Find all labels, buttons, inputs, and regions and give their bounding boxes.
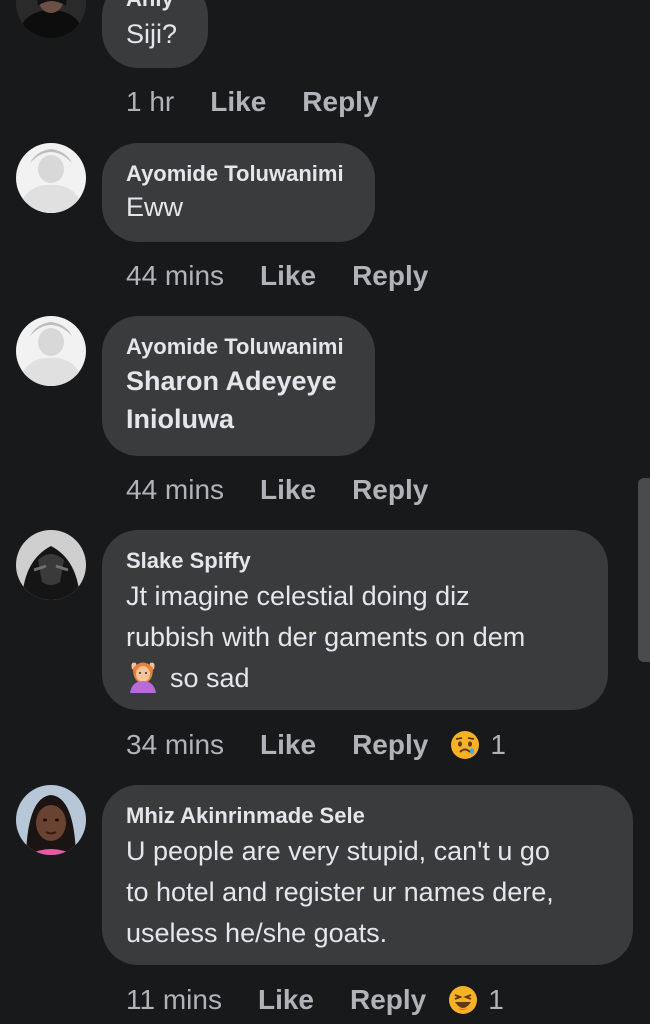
comment-actions: 1 hr Like Reply	[126, 82, 401, 122]
reply-button[interactable]: Reply	[352, 729, 428, 761]
mention-link[interactable]: Sharon Adeyeye	[126, 362, 351, 400]
commenter-avatar[interactable]	[16, 143, 86, 213]
comment-time[interactable]: 44 mins	[126, 474, 224, 506]
comment-bubble: Mhiz Akinrinmade Sele U people are very …	[102, 785, 633, 965]
commenter-avatar[interactable]	[16, 0, 86, 38]
comment-author[interactable]: Ayomide Toluwanimi	[126, 159, 351, 189]
woman-gesturing-ok-emoji-icon	[130, 662, 156, 693]
avatar-photo-dark	[16, 530, 86, 600]
comment-author[interactable]: Ahly	[126, 0, 184, 14]
reply-button[interactable]: Reply	[302, 86, 378, 118]
comment-time[interactable]: 1 hr	[126, 86, 174, 118]
avatar-photo-faded	[16, 143, 86, 213]
mention-link[interactable]: Inioluwa	[126, 400, 351, 438]
comment-author[interactable]: Mhiz Akinrinmade Sele	[126, 801, 609, 831]
comment-author[interactable]: Ayomide Toluwanimi	[126, 332, 351, 362]
avatar-photo-dark	[16, 0, 86, 38]
commenter-avatar[interactable]	[16, 530, 86, 600]
comment-time[interactable]: 11 mins	[126, 984, 222, 1016]
comment-author[interactable]: Slake Spiffy	[126, 546, 584, 576]
reply-button[interactable]: Reply	[352, 474, 428, 506]
commenter-avatar[interactable]	[16, 785, 86, 855]
reaction-count: 1	[488, 984, 504, 1015]
comment-text: Jt imagine celestial doing diz	[126, 581, 470, 611]
comment-bubble: Ahly Siji?	[102, 0, 208, 68]
like-button[interactable]: Like	[260, 729, 316, 761]
avatar-photo-selfie	[16, 785, 86, 855]
comment-text-tail: so sad	[170, 663, 250, 693]
comments-screen: Ahly Siji? 1 hr Like Reply Ayomide Toluw…	[0, 0, 650, 1024]
comment-time[interactable]: 44 mins	[126, 260, 224, 292]
like-button[interactable]: Like	[210, 86, 266, 118]
scrollbar-thumb[interactable]	[638, 478, 650, 662]
comment-actions: 34 mins Like Reply 1	[126, 725, 506, 765]
comment-text-line: so sad	[126, 658, 584, 699]
comment-bubble: Ayomide Toluwanimi Eww	[102, 143, 375, 242]
reply-button[interactable]: Reply	[350, 984, 426, 1016]
comment-actions: 44 mins Like Reply	[126, 470, 450, 510]
comment-text: rubbish with der gaments on dem	[126, 622, 526, 652]
reaction-summary[interactable]: 1	[450, 729, 506, 761]
reaction-summary[interactable]: 1	[448, 984, 504, 1016]
comment-actions: 44 mins Like Reply	[126, 256, 450, 296]
sad-reaction-icon	[451, 731, 480, 759]
comment-bubble: Ayomide Toluwanimi Sharon Adeyeye Iniolu…	[102, 316, 375, 456]
haha-reaction-icon	[449, 986, 478, 1014]
reaction-count: 1	[490, 729, 506, 760]
comment-time[interactable]: 34 mins	[126, 729, 224, 761]
comment-text: Siji?	[126, 19, 178, 49]
comment-actions: 11 mins Like Reply 1	[126, 980, 504, 1020]
avatar-photo-faded	[16, 316, 86, 386]
reply-button[interactable]: Reply	[352, 260, 428, 292]
comment-text: Eww	[126, 192, 184, 222]
comment-bubble: Slake Spiffy Jt imagine celestial doing …	[102, 530, 608, 710]
commenter-avatar[interactable]	[16, 316, 86, 386]
like-button[interactable]: Like	[260, 260, 316, 292]
like-button[interactable]: Like	[260, 474, 316, 506]
comment-text: to hotel and register ur names dere,	[126, 877, 554, 907]
comment-text: U people are very stupid, can't u go	[126, 836, 550, 866]
like-button[interactable]: Like	[258, 984, 314, 1016]
comment-text: useless he/she goats.	[126, 918, 388, 948]
